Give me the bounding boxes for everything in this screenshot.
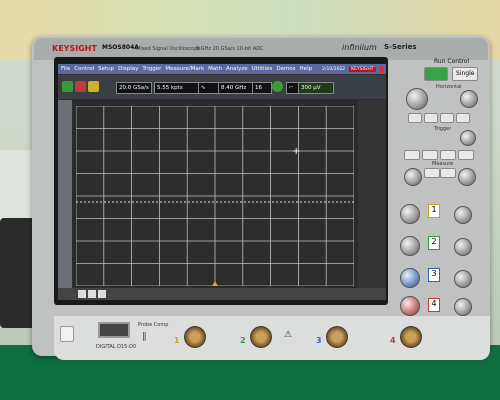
menu-math[interactable]: Math [208,66,222,72]
horizontal-label: Horizontal [436,84,462,90]
waveform-graticule: + [76,106,354,286]
close-icon[interactable] [379,65,383,73]
foot-icon-3[interactable] [98,290,106,298]
input-panel: DIGITAL D15-D0 Probe Comp ∥ 1 2 ⚠ 3 4 [54,316,490,360]
ch1-offset-knob[interactable] [454,206,472,224]
horizontal-scale-knob[interactable] [406,88,428,110]
ch2-bnc-connector[interactable] [250,326,272,348]
menu-date: 2/10/2022 [322,66,346,72]
right-side-panel [358,100,386,288]
measure-knob[interactable] [458,168,476,186]
single-label: Single [456,70,475,77]
power-button[interactable] [60,326,74,342]
menu-display[interactable]: Display [118,66,138,72]
front-control-panel: Run Control Single Horizontal Trigger Me… [396,58,488,316]
ch2-offset-knob[interactable] [454,238,472,256]
menu-help[interactable]: Help [300,66,313,72]
panel-button[interactable] [440,168,456,178]
menu-analyze[interactable]: Analyze [226,66,248,72]
stop-icon[interactable] [75,81,86,92]
ch2-button[interactable]: 2 [428,236,440,250]
menu-utilities[interactable]: Utilities [252,66,273,72]
model-specs: 8 GHz 20 GSa/s 10-bit ADC [196,46,264,52]
ch4-bnc-connector[interactable] [400,326,422,348]
ch3-button[interactable]: 3 [428,268,440,282]
series-name: infiniium [342,43,377,52]
ch4-offset-knob[interactable] [454,298,472,316]
panel-button[interactable] [440,150,456,160]
ch4-scale-knob[interactable] [400,296,420,316]
model-name: MSOS804A [102,44,139,51]
ch4-button[interactable]: 4 [428,298,440,312]
digital-connector [98,322,130,338]
series-suffix: S-Series [384,43,417,51]
menu-demos[interactable]: Demos [276,66,295,72]
menu-setup[interactable]: Setup [98,66,114,72]
ch3-bnc-connector[interactable] [326,326,348,348]
panel-button[interactable] [422,150,438,160]
menu-bar: File Control Setup Display Trigger Measu… [58,64,386,74]
trigger-label: Trigger [434,126,452,132]
single-icon[interactable] [88,81,99,92]
ch1-bnc-connector[interactable] [184,326,206,348]
ch1-button[interactable]: 1 [428,204,440,218]
digital-label: DIGITAL D15-D0 [96,344,137,350]
menu-measure-mark[interactable]: Measure/Mark [165,66,204,72]
ch1-scale-knob[interactable] [400,204,420,224]
single-button[interactable]: Single [452,67,478,81]
warning-icon: ⚠ [284,330,293,340]
model-description: Mixed Signal Oscilloscope [136,46,201,52]
panel-button[interactable] [424,168,440,178]
horizontal-position-knob[interactable] [460,90,478,108]
menu-file[interactable]: File [61,66,70,72]
trigger-status-icon [272,81,283,92]
run-control-label: Run Control [434,58,470,65]
cursor-knob[interactable] [404,168,422,186]
foot-icon-1[interactable] [78,290,86,298]
panel-button[interactable] [424,113,438,123]
bandwidth-field[interactable]: 8.40 GHz [218,82,256,94]
ch4-input-label: 4 [390,336,396,345]
panel-button[interactable] [456,113,470,123]
foot-icon-2[interactable] [88,290,96,298]
ch2-scale-knob[interactable] [400,236,420,256]
probe-comp-label: Probe Comp [138,322,169,328]
trigger-level-knob[interactable] [460,130,476,146]
sample-rate-field[interactable]: 20.0 GSa/s [116,82,152,94]
menu-control[interactable]: Control [74,66,94,72]
toolbar: 20.0 GSa/s 5.55 kpts ∿ 8.40 GHz 16 ⌐ 300… [58,75,386,99]
averages-field[interactable]: 16 [252,82,272,94]
menu-logo: KEYSIGHT [349,66,376,72]
probe-comp-terminal: ∥ [142,332,147,342]
panel-button[interactable] [458,150,474,160]
panel-button[interactable] [408,113,422,123]
ch3-scale-knob[interactable] [400,268,420,288]
ch3-offset-knob[interactable] [454,270,472,288]
ch1-input-label: 1 [174,336,180,345]
menu-trigger[interactable]: Trigger [142,66,161,72]
run-icon[interactable] [62,81,73,92]
panel-button[interactable] [440,113,454,123]
memory-depth-field[interactable]: 5.55 kpts [154,82,200,94]
brand-logo: KEYSIGHT [52,44,97,53]
panel-button[interactable] [404,150,420,160]
ch3-input-label: 3 [316,336,322,345]
ch2-input-label: 2 [240,336,246,345]
cursor-crosshair: + [292,146,300,157]
left-side-tabs[interactable] [58,100,72,288]
run-stop-button[interactable] [424,67,448,81]
trigger-level-field[interactable]: 300 µV [298,82,334,94]
measure-label: Measure [432,161,454,167]
screen-footer [58,288,386,300]
